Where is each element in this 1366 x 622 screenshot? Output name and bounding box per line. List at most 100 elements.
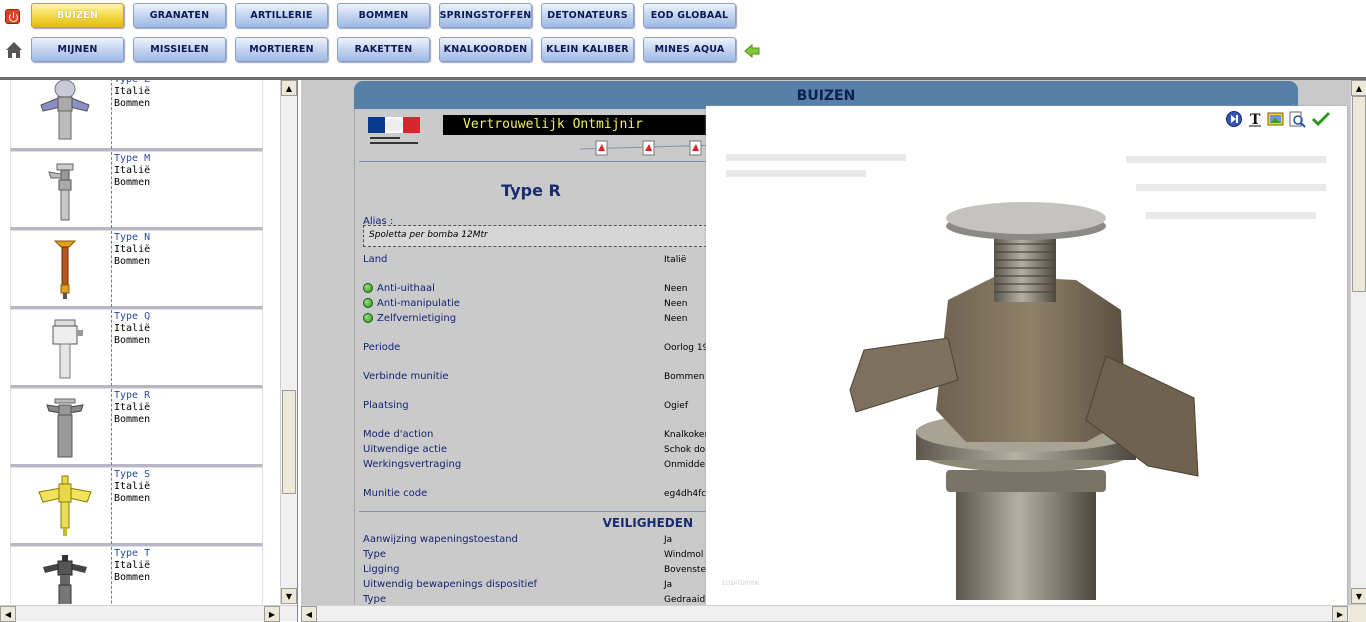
- pdf-icon[interactable]: [642, 140, 655, 156]
- verbinde-munitie-value: Bommen: [664, 372, 705, 382]
- pdf-icon[interactable]: [595, 140, 608, 156]
- nav-detonateurs-button[interactable]: DETONATEURS: [541, 3, 634, 28]
- alias-value: Spoletta per bomba 12Mtr: [369, 230, 488, 240]
- item-category: Bommen: [114, 177, 151, 188]
- land-value: Italië: [664, 255, 687, 265]
- item-country: Italië: [114, 402, 151, 413]
- nav-buizen-button[interactable]: BUIZEN: [31, 3, 124, 28]
- divider: [359, 511, 706, 512]
- image-icon[interactable]: [1267, 112, 1284, 126]
- item-country: Italië: [114, 560, 151, 571]
- item-category: Bommen: [114, 414, 151, 425]
- fuze-thumbnail: [48, 163, 74, 221]
- nav-mortieren-button[interactable]: MORTIEREN: [235, 37, 328, 62]
- photo-viewer-popup[interactable]: T EOD-TURPIN: [706, 106, 1347, 605]
- scroll-left-button[interactable]: ◀: [0, 606, 16, 622]
- divider: [359, 161, 706, 162]
- nav-knalkoorden-button[interactable]: KNALKOORDEN: [439, 37, 532, 62]
- scroll-thumb[interactable]: [1352, 96, 1366, 292]
- nav-bommen-button[interactable]: BOMMEN: [337, 3, 430, 28]
- pdf-icon[interactable]: [689, 140, 702, 156]
- text-icon[interactable]: T: [1249, 112, 1261, 128]
- type-label: Type: [363, 594, 386, 605]
- nav-springstoffen-button[interactable]: SPRINGSTOFFEN: [439, 3, 532, 28]
- item-category: Bommen: [114, 572, 151, 583]
- item-title: Type R: [501, 181, 561, 200]
- mode-action-value: Knalkoker: [664, 430, 706, 440]
- pdf-icons: [580, 140, 706, 156]
- type-value: Windmol: [664, 550, 704, 560]
- list-horizontal-scrollbar[interactable]: ◀ ▶: [0, 605, 297, 622]
- anti-uithaal-value: Neen: [664, 284, 688, 294]
- separator: [111, 231, 112, 307]
- separator: [111, 389, 112, 465]
- scroll-down-button[interactable]: ▼: [281, 588, 297, 604]
- item-type: Type L: [114, 80, 150, 85]
- fuze-photo: [849, 202, 1199, 600]
- nav-missielen-button[interactable]: MISSIELEN: [133, 37, 226, 62]
- item-category: Bommen: [114, 98, 151, 109]
- nav-artillerie-button[interactable]: ARTILLERIE: [235, 3, 328, 28]
- fuze-thumbnail: [43, 555, 87, 604]
- fuze-thumbnail: [40, 80, 90, 140]
- list-item[interactable]: Type Q Italië Bommen: [10, 309, 263, 388]
- item-country: Italië: [114, 323, 151, 334]
- periode-label: Periode: [363, 342, 401, 353]
- zelfvernietiging-value: Neen: [664, 314, 688, 324]
- background-texture: [726, 170, 866, 177]
- ligging-value: Bovenste: [664, 565, 706, 575]
- separator: [111, 547, 112, 604]
- checkmark-icon[interactable]: [1311, 111, 1331, 127]
- list-item[interactable]: Type N Italië Bommen: [10, 230, 263, 309]
- zelfvernietiging-label: Zelfvernietiging: [377, 313, 457, 324]
- verbinde-munitie-label: Verbinde munitie: [363, 371, 449, 382]
- separator: [111, 152, 112, 228]
- list-item[interactable]: Type S Italië Bommen: [10, 467, 263, 546]
- nav-mijnen-button[interactable]: MIJNEN: [31, 37, 124, 62]
- list-item[interactable]: Type M Italië Bommen: [10, 151, 263, 230]
- scroll-right-button[interactable]: ▶: [1332, 606, 1348, 622]
- next-icon[interactable]: [1226, 111, 1242, 127]
- anti-manipulatie-label: Anti-manipulatie: [377, 298, 460, 309]
- fuze-thumbnail: [46, 398, 84, 458]
- home-icon[interactable]: [5, 41, 23, 59]
- item-country: Italië: [114, 481, 151, 492]
- munitie-code-value: eg4dh4fc: [664, 489, 706, 499]
- item-type: Type S: [114, 469, 151, 480]
- list-item[interactable]: Type L Italië Bommen: [10, 80, 263, 151]
- scroll-up-button[interactable]: ▲: [1351, 80, 1366, 96]
- land-label: Land: [363, 254, 388, 265]
- nav-eod-globaal-button[interactable]: EOD GLOBAAL: [643, 3, 736, 28]
- nav-granaten-button[interactable]: GRANATEN: [133, 3, 226, 28]
- background-texture: [726, 154, 906, 161]
- main-horizontal-scrollbar[interactable]: ◀ ▶: [301, 605, 1350, 622]
- confidential-banner: Vertrouwelijk Ontmijnir: [443, 115, 706, 135]
- scroll-thumb[interactable]: [282, 390, 296, 494]
- main-vertical-scrollbar[interactable]: ▲ ▼: [1350, 80, 1366, 604]
- plaatsing-value: Ogief: [664, 401, 689, 411]
- zoom-page-icon[interactable]: [1289, 111, 1306, 128]
- item-category: Bommen: [114, 493, 151, 504]
- munitie-code-label: Munitie code: [363, 488, 428, 499]
- scroll-right-button[interactable]: ▶: [264, 606, 280, 622]
- nav-klein-kaliber-button[interactable]: KLEIN KALIBER: [541, 37, 634, 62]
- item-country: Italië: [114, 165, 151, 176]
- list-item[interactable]: Type T Italië Bommen: [10, 546, 263, 604]
- nav-mines-aqua-button[interactable]: MINES AQUA: [643, 37, 736, 62]
- nav-raketten-button[interactable]: RAKETTEN: [337, 37, 430, 62]
- werkingsvertraging-label: Werkingsvertraging: [363, 459, 462, 470]
- background-texture: [1126, 156, 1326, 163]
- status-dot-icon: [363, 298, 373, 308]
- power-icon[interactable]: [5, 9, 20, 24]
- list-vertical-scrollbar[interactable]: ▲ ▼: [280, 80, 297, 604]
- list-item[interactable]: Type R Italië Bommen: [10, 388, 263, 467]
- aanwijzing-label: Aanwijzing wapeningstoestand: [363, 534, 518, 545]
- fuze-thumbnail: [38, 475, 92, 536]
- scroll-up-button[interactable]: ▲: [281, 80, 297, 96]
- scroll-down-button[interactable]: ▼: [1351, 588, 1366, 604]
- anti-uithaal-label: Anti-uithaal: [377, 283, 435, 294]
- back-arrow-icon[interactable]: [744, 43, 760, 59]
- scroll-left-button[interactable]: ◀: [301, 606, 317, 622]
- item-type: Type N: [114, 232, 151, 243]
- top-navigation: BUIZEN GRANATEN ARTILLERIE BOMMEN SPRING…: [0, 0, 1366, 76]
